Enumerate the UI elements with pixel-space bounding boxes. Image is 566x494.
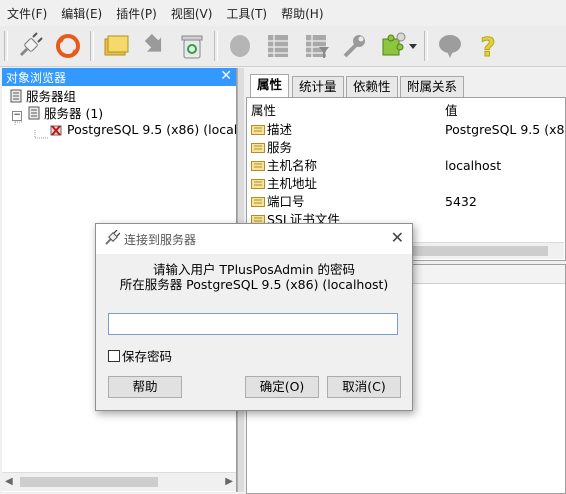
svg-text:?: ? — [480, 33, 495, 61]
property-name: 主机地址 — [267, 176, 318, 191]
column-header-value[interactable]: 值 — [445, 102, 458, 120]
menu-bar: 文件(F) 编辑(E) 插件(P) 视图(V) 工具(T) 帮助(H) — [0, 0, 566, 26]
menu-view[interactable]: 视图(V) — [164, 5, 220, 22]
tab-dependents[interactable]: 附属关系 — [400, 76, 465, 97]
property-name: 服务 — [267, 140, 293, 155]
object-browser-title: 对象浏览器 — [6, 71, 67, 85]
menu-edit[interactable]: 编辑(E) — [54, 5, 109, 22]
column-header-property[interactable]: 属性 — [251, 102, 276, 120]
property-row[interactable]: 端口号 5432 — [247, 193, 565, 211]
tab-dependencies[interactable]: 依赖性 — [346, 76, 398, 97]
close-icon[interactable]: ✕ — [220, 68, 232, 84]
object-browser-title-bar: 对象浏览器 ✕ — [2, 68, 236, 86]
scrollbar-thumb[interactable] — [20, 477, 158, 487]
scroll-left-icon[interactable]: ◀ — [5, 476, 13, 487]
disconnected-server-icon — [50, 123, 62, 139]
arrow-icon[interactable] — [138, 30, 170, 62]
menu-tools[interactable]: 工具(T) — [219, 5, 274, 22]
cancel-button[interactable]: 取消(C) — [327, 376, 401, 398]
toolbar: ? — [0, 26, 566, 67]
property-value: PostgreSQL 9.5 (x86) — [445, 122, 566, 137]
property-row[interactable]: 主机名称 localhost — [247, 157, 565, 175]
collapse-icon[interactable]: − — [12, 111, 22, 121]
tree-item-postgresql-server[interactable]: PostgreSQL 9.5 (x86) (localhost — [50, 121, 236, 139]
sql-icon[interactable] — [224, 30, 256, 62]
refresh-icon[interactable] — [52, 30, 84, 62]
toolbar-grip — [4, 31, 8, 61]
dialog-prompt-server: 所在服务器 PostgreSQL 9.5 (x86) (localhost) — [119, 277, 389, 292]
toolbar-separator — [214, 31, 218, 61]
tree-item-label: 服务器组 — [26, 89, 77, 104]
tree-item-label: PostgreSQL 9.5 (x86) (localhost — [67, 122, 236, 137]
property-name: 描述 — [267, 122, 293, 137]
grid-filter-icon[interactable] — [300, 30, 332, 62]
property-icon — [251, 161, 265, 171]
remember-password-checkbox[interactable]: 保存密码 — [108, 346, 172, 365]
folders-icon[interactable] — [100, 30, 132, 62]
checkbox-box[interactable] — [108, 350, 120, 362]
property-icon — [251, 179, 265, 189]
property-icon — [251, 125, 265, 135]
help-bubble-icon[interactable] — [434, 30, 466, 62]
property-name: 端口号 — [267, 194, 305, 209]
dialog-title: 连接到服务器 — [124, 233, 197, 247]
object-browser-horizontal-scrollbar[interactable]: ◀ ▶ — [2, 472, 236, 491]
toolbar-separator — [90, 31, 94, 61]
tab-properties[interactable]: 属性 — [250, 74, 290, 98]
property-icon — [251, 197, 265, 207]
property-row[interactable]: 主机地址 — [247, 175, 565, 193]
wrench-icon[interactable] — [338, 30, 370, 62]
property-value: localhost — [445, 158, 502, 173]
tree-item-server-groups[interactable]: 服务器组 — [10, 88, 76, 106]
password-input[interactable] — [108, 313, 398, 335]
property-value: 5432 — [445, 194, 477, 209]
menu-plugins[interactable]: 插件(P) — [109, 5, 164, 22]
dialog-title-bar: 连接到服务器 ✕ — [96, 224, 412, 254]
plug-icon[interactable] — [14, 30, 46, 62]
dropdown-icon[interactable] — [408, 30, 418, 62]
property-row[interactable]: 描述 PostgreSQL 9.5 (x86) — [247, 121, 565, 139]
property-name: 主机名称 — [267, 158, 318, 173]
connect-dialog: 连接到服务器 ✕ 请输入用户 TPlusPosAdmin 的密码 所在服务器 P… — [95, 223, 413, 411]
menu-file[interactable]: 文件(F) — [0, 5, 54, 22]
tab-bar: 属性 统计量 依赖性 附属关系 — [244, 74, 566, 98]
recycle-bin-icon[interactable] — [176, 30, 208, 62]
close-icon[interactable]: ✕ — [391, 228, 404, 247]
menu-help[interactable]: 帮助(H) — [274, 5, 330, 22]
remember-password-label: 保存密码 — [122, 349, 173, 364]
puzzle-icon[interactable] — [376, 30, 408, 62]
property-row[interactable]: 服务 — [247, 139, 565, 157]
help-button[interactable]: 帮助 — [108, 376, 182, 398]
tab-statistics[interactable]: 统计量 — [292, 76, 344, 97]
ok-button[interactable]: 确定(O) — [245, 376, 319, 398]
grid-icon[interactable] — [262, 30, 294, 62]
property-icon — [251, 143, 265, 153]
scroll-right-icon[interactable]: ▶ — [225, 476, 233, 487]
properties-header: 属性 值 — [247, 102, 565, 120]
question-icon[interactable]: ? — [472, 30, 504, 62]
plug-icon — [104, 229, 121, 249]
tree-item-label: 服务器 (1) — [44, 106, 104, 121]
toolbar-separator — [424, 31, 428, 61]
server-icon — [28, 106, 40, 125]
